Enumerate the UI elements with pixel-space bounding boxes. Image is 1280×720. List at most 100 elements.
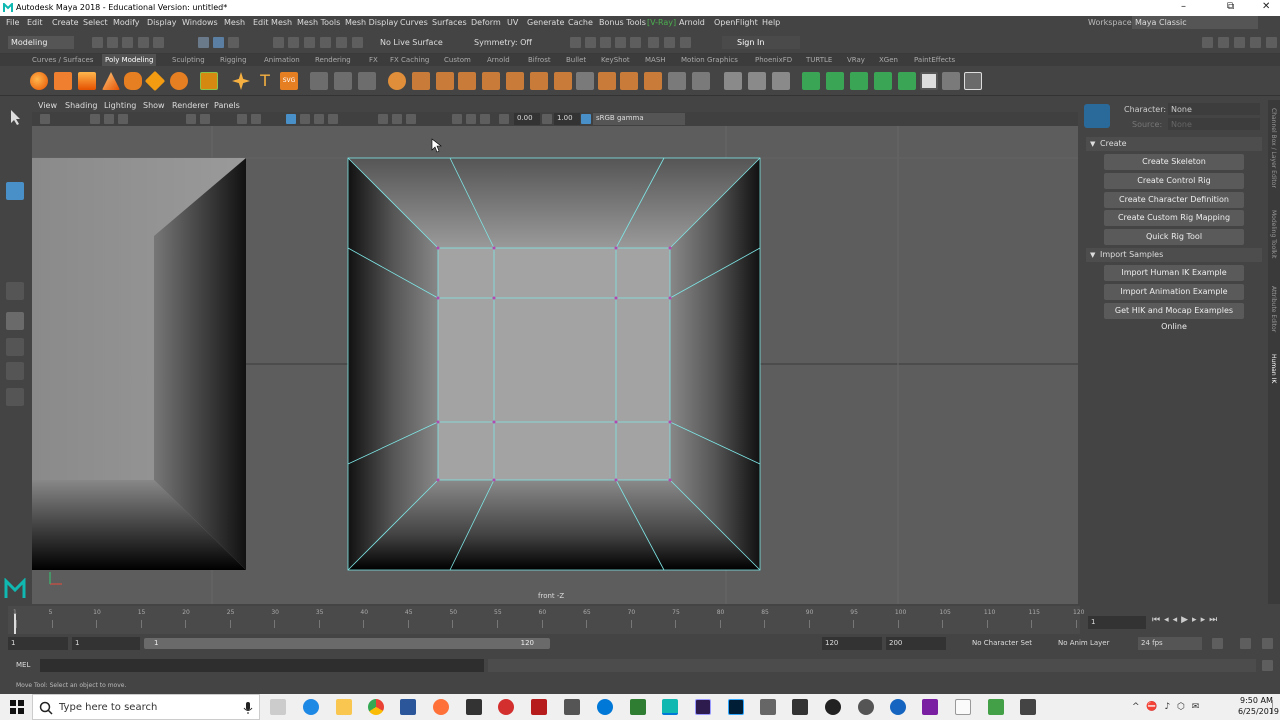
after-effects-icon[interactable] [695, 699, 711, 715]
app-acrobat-icon[interactable] [531, 699, 547, 715]
merge-to-center-icon[interactable] [554, 72, 572, 90]
loop-icon[interactable] [1212, 638, 1223, 649]
render-settings-icon[interactable] [615, 37, 626, 48]
exposure-icon[interactable] [499, 114, 509, 124]
shelf-tab-fx[interactable]: FX [369, 56, 378, 64]
panel-menu-panels[interactable]: Panels [214, 101, 240, 110]
smooth-shade-icon[interactable] [251, 114, 261, 124]
xray-icon[interactable] [392, 114, 402, 124]
character-dropdown[interactable]: None [1168, 103, 1260, 115]
windows-start-icon[interactable] [10, 700, 24, 714]
anim-prefs-icon[interactable] [1262, 638, 1273, 649]
script-editor-icon[interactable] [1262, 660, 1273, 671]
playback-controls[interactable]: ⏮◂◂▶▸▸⏭ [1152, 615, 1221, 625]
show-hide-tool-settings-icon[interactable] [1234, 37, 1245, 48]
paint-select-tool-icon[interactable] [6, 158, 24, 176]
menu-mesh-tools[interactable]: Mesh Tools [297, 18, 340, 27]
task-view-icon[interactable] [270, 699, 286, 715]
poly-plane-icon[interactable] [144, 70, 166, 92]
layout-uv-icon[interactable] [964, 72, 982, 90]
side-tab-attribute-editor[interactable]: Attribute Editor [1270, 286, 1277, 332]
menu-mesh[interactable]: Mesh [224, 18, 245, 27]
app-4-icon[interactable] [792, 699, 808, 715]
exposure-field[interactable]: 0.00 [514, 113, 540, 125]
bridge-icon[interactable] [436, 72, 454, 90]
rotate-tool-icon[interactable] [6, 206, 24, 224]
shelf-tab-curves-surfaces[interactable]: Curves / Surfaces [32, 56, 93, 64]
film-gate-icon[interactable] [200, 114, 210, 124]
gamma-field[interactable]: 1.00 [554, 113, 580, 125]
slide-edge-icon[interactable] [772, 72, 790, 90]
panel-menu-view[interactable]: View [38, 101, 57, 110]
create-skeleton-button[interactable]: Create Skeleton [1104, 154, 1244, 170]
word-icon[interactable] [400, 699, 416, 715]
mel-label[interactable]: MEL [16, 661, 30, 669]
extrude-icon[interactable] [412, 72, 430, 90]
vray-render-icon[interactable] [648, 37, 659, 48]
circularize-icon[interactable] [692, 72, 710, 90]
offset-edge-loop-icon[interactable] [620, 72, 638, 90]
platonic-solid-icon[interactable] [200, 72, 218, 90]
app-3-icon[interactable] [630, 699, 646, 715]
select-tool-icon[interactable] [6, 108, 24, 126]
side-tab-human-ik[interactable]: Human IK [1270, 354, 1277, 383]
app-8-icon[interactable] [988, 699, 1004, 715]
show-hide-attribute-editor-icon[interactable] [1218, 37, 1229, 48]
app-icon[interactable] [466, 699, 482, 715]
system-tray-icons[interactable]: ^ ⛔ ♪ ⬡ ✉ [1132, 702, 1242, 712]
snap-view-icon[interactable] [320, 37, 331, 48]
select-by-object-icon[interactable] [228, 37, 239, 48]
four-view-layout-icon[interactable] [6, 338, 24, 356]
viewport-canvas[interactable] [32, 126, 1078, 604]
app-9-icon[interactable] [1020, 699, 1036, 715]
2d-pan-zoom-icon[interactable] [118, 114, 128, 124]
menu-generate[interactable]: Generate [527, 18, 564, 27]
depth-of-field-icon[interactable] [480, 114, 490, 124]
photoshop-icon[interactable] [728, 699, 744, 715]
notepad-icon[interactable] [955, 699, 971, 715]
firefox-icon[interactable] [433, 699, 449, 715]
move-tool-icon[interactable] [6, 182, 24, 200]
panel-menu-lighting[interactable]: Lighting [104, 101, 136, 110]
uv-editor-icon[interactable] [802, 72, 820, 90]
menu-help[interactable]: Help [762, 18, 780, 27]
menu-edit-mesh[interactable]: Edit Mesh [253, 18, 292, 27]
import-animation-example-button[interactable]: Import Animation Example [1104, 284, 1244, 300]
snap-grid-icon[interactable] [273, 37, 284, 48]
ambient-occlusion-icon[interactable] [452, 114, 462, 124]
use-all-lights-icon[interactable] [314, 114, 324, 124]
shelf-tab-sculpting[interactable]: Sculpting [172, 56, 205, 64]
create-custom-rig-mapping-button[interactable]: Create Custom Rig Mapping [1104, 210, 1244, 226]
select-by-component-icon[interactable] [213, 37, 224, 48]
menu-openflight[interactable]: OpenFlight [714, 18, 758, 27]
lasso-tool-icon[interactable] [6, 134, 24, 152]
fill-hole-icon[interactable] [506, 72, 524, 90]
sculpt-icon[interactable] [724, 72, 742, 90]
unfold-icon[interactable] [942, 72, 960, 90]
current-frame-field[interactable]: 1 [1088, 616, 1146, 629]
combine-icon[interactable] [310, 72, 328, 90]
chrome-icon[interactable] [368, 699, 384, 715]
show-hide-modeling-toolkit-icon[interactable] [1202, 37, 1213, 48]
shelf-tab-bifrost[interactable]: Bifrost [528, 56, 551, 64]
menu-arnold[interactable]: Arnold [679, 18, 705, 27]
symmetry-dropdown[interactable]: Symmetry: Off [474, 38, 532, 47]
poly-text-icon[interactable]: T [256, 72, 274, 90]
panel-menu-shading[interactable]: Shading [65, 101, 98, 110]
shadows-icon[interactable] [328, 114, 338, 124]
menu-cache[interactable]: Cache [568, 18, 593, 27]
app-red-icon[interactable] [498, 699, 514, 715]
menu-deform[interactable]: Deform [471, 18, 501, 27]
merge-icon[interactable] [530, 72, 548, 90]
wedge-icon[interactable] [644, 72, 662, 90]
textured-icon[interactable] [300, 114, 310, 124]
poke-icon[interactable] [668, 72, 686, 90]
side-tab-modeling-toolkit[interactable]: Modeling Toolkit [1270, 210, 1277, 258]
anim-layer-dropdown[interactable]: No Anim Layer [1058, 639, 1109, 647]
shelf-tab-fx-caching[interactable]: FX Caching [390, 56, 429, 64]
character-set-dropdown[interactable]: No Character Set [972, 639, 1032, 647]
create-control-rig-button[interactable]: Create Control Rig [1104, 173, 1244, 189]
minimize-button[interactable]: – [1181, 1, 1186, 12]
menu-vray[interactable]: [V-Ray] [647, 18, 676, 27]
get-hik-mocap-examples-button[interactable]: Get HIK and Mocap Examples Online [1104, 303, 1244, 331]
